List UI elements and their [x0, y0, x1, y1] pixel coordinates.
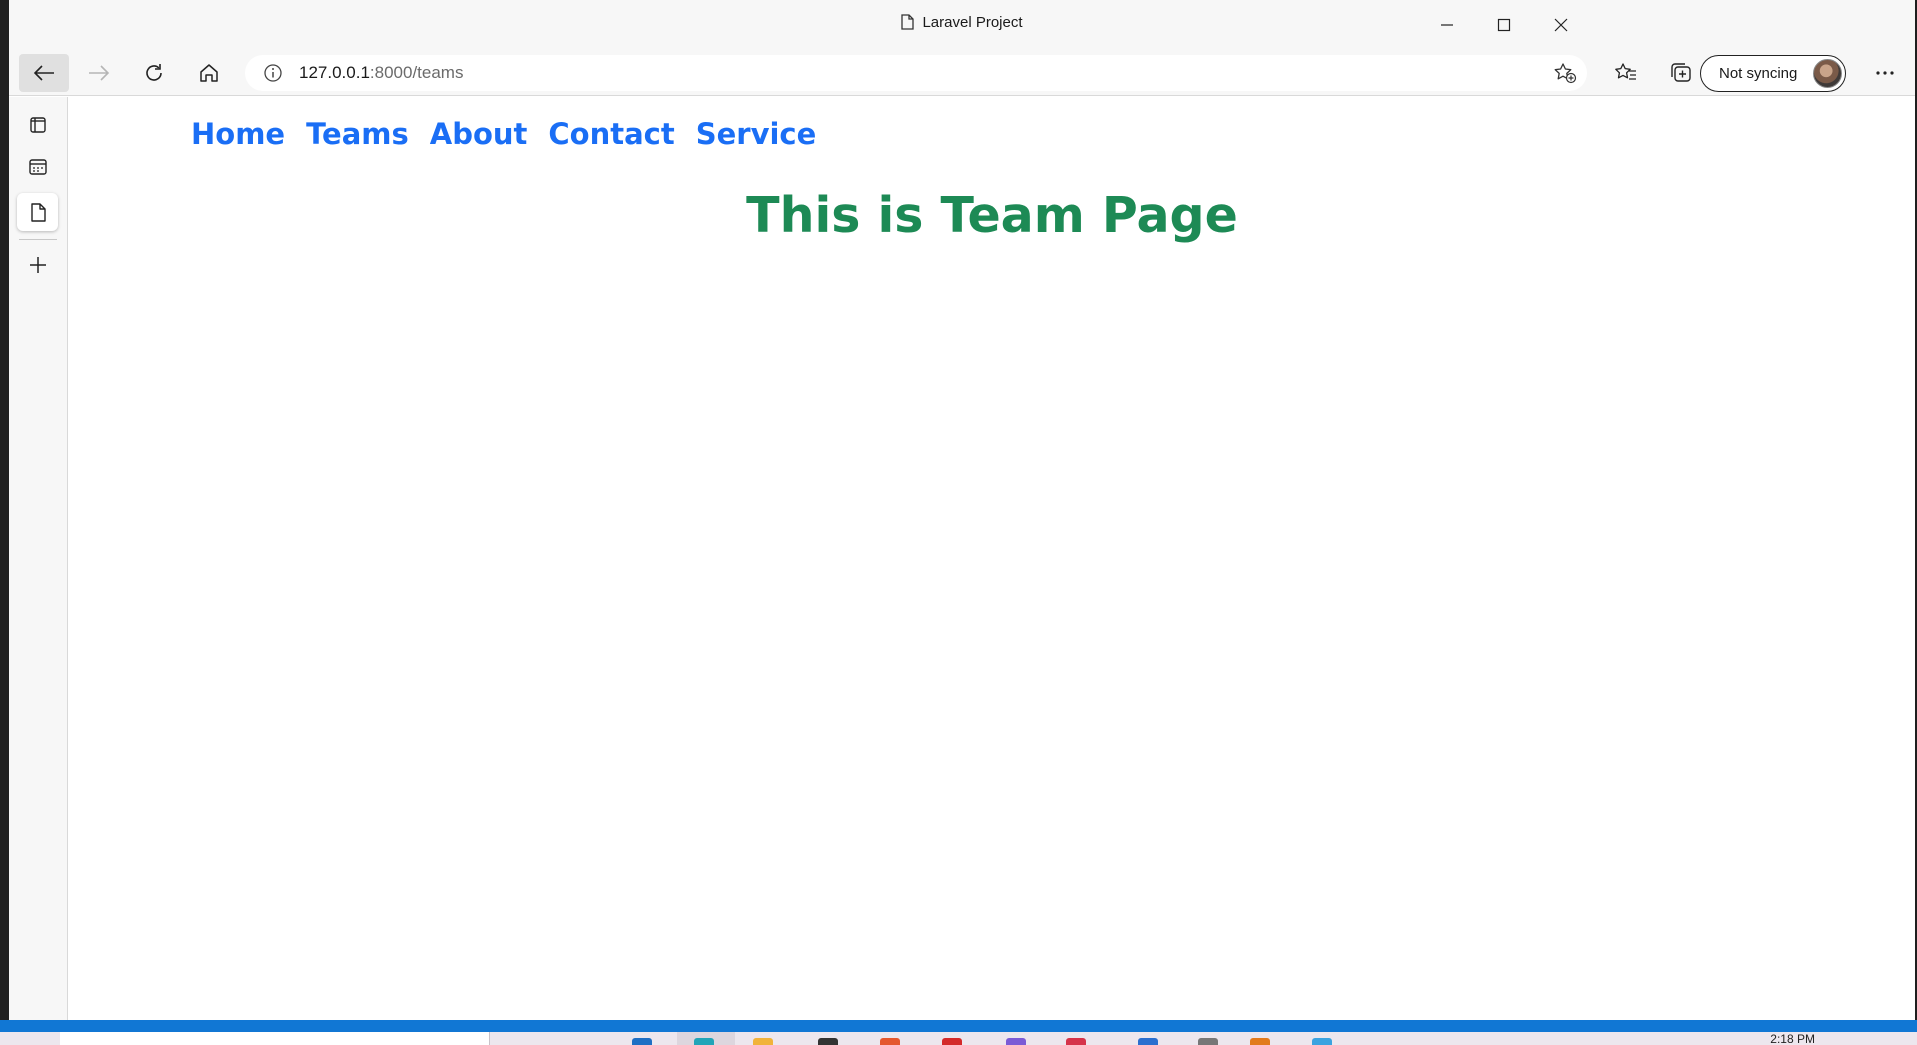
title-bar: Laravel Project	[9, 0, 1915, 50]
vertical-tabs-sidebar	[9, 97, 68, 1020]
taskbar-app-icon[interactable]	[694, 1038, 714, 1045]
taskbar-search-area[interactable]	[60, 1032, 490, 1045]
maximize-icon	[1497, 18, 1510, 32]
arrow-right-icon	[89, 65, 110, 81]
nav-link-home[interactable]: Home	[191, 117, 285, 151]
taskbar-clock[interactable]: 2:18 PM	[1770, 1032, 1815, 1045]
more-icon	[1876, 71, 1894, 75]
taskbar-app-icon[interactable]	[1006, 1038, 1026, 1045]
screen: Laravel Project 127.0.0.1:8000/teams Not…	[0, 0, 1917, 1045]
close-icon	[1554, 18, 1567, 32]
editor-status-bar	[0, 1020, 1917, 1032]
taskbar-app-icon[interactable]	[880, 1038, 900, 1045]
taskbar-app-icon[interactable]	[1138, 1038, 1158, 1045]
taskbar-app-icon[interactable]	[753, 1038, 773, 1045]
sync-label: Not syncing	[1719, 65, 1798, 82]
tab-workspace[interactable]	[17, 148, 58, 186]
url-text[interactable]: 127.0.0.1:8000/teams	[299, 63, 463, 83]
taskbar-app-icon[interactable]	[1198, 1038, 1218, 1045]
web-content: Home Teams About Contact Service This is…	[69, 97, 1915, 1020]
collections-icon	[1671, 63, 1691, 82]
nav-link-contact[interactable]: Contact	[548, 117, 674, 151]
close-window-button[interactable]	[1532, 0, 1589, 50]
taskbar-app-icon[interactable]	[942, 1038, 962, 1045]
maximize-button[interactable]	[1475, 0, 1532, 50]
page-icon	[901, 14, 915, 34]
url-path: :8000/teams	[369, 63, 464, 82]
address-bar[interactable]: 127.0.0.1:8000/teams	[245, 55, 1587, 91]
more-button[interactable]	[1860, 54, 1910, 92]
refresh-icon	[146, 64, 162, 81]
home-icon	[200, 64, 218, 82]
new-tab-button[interactable]	[17, 246, 58, 284]
page-icon	[30, 202, 46, 222]
nav-link-service[interactable]: Service	[696, 117, 817, 151]
tab-actions-button[interactable]	[17, 106, 58, 144]
back-button[interactable]	[19, 54, 69, 92]
workspace-icon	[28, 159, 47, 175]
sidebar-divider	[19, 239, 57, 240]
collections-button[interactable]	[1656, 54, 1706, 92]
url-host: 127.0.0.1	[299, 63, 370, 82]
refresh-button[interactable]	[129, 54, 179, 92]
forward-button[interactable]	[74, 54, 124, 92]
tab-actions-icon	[29, 117, 46, 133]
page-heading: This is Team Page	[746, 187, 1238, 244]
favorites-icon	[1615, 63, 1636, 80]
tab-laravel-project[interactable]	[17, 193, 58, 231]
taskbar-app-icon[interactable]	[1066, 1038, 1086, 1045]
taskbar-app-icon[interactable]	[1312, 1038, 1332, 1045]
nav-link-teams[interactable]: Teams	[306, 117, 409, 151]
avatar	[1813, 59, 1842, 88]
taskbar-app-icon[interactable]	[1250, 1038, 1270, 1045]
desktop-edge-left	[0, 0, 9, 1045]
taskbar-app-icon[interactable]	[818, 1038, 838, 1045]
plus-icon	[29, 257, 46, 273]
info-icon[interactable]	[263, 63, 283, 87]
window-title-text: Laravel Project	[922, 14, 1023, 31]
minimize-icon	[1440, 24, 1453, 26]
nav-link-about[interactable]: About	[430, 117, 528, 151]
arrow-left-icon	[33, 65, 54, 81]
browser-window: Laravel Project 127.0.0.1:8000/teams Not…	[9, 0, 1915, 1020]
star-plus-icon[interactable]	[1553, 62, 1577, 88]
taskbar-app-icon[interactable]	[632, 1038, 652, 1045]
favorites-button[interactable]	[1601, 54, 1651, 92]
profile-sync-button[interactable]: Not syncing	[1700, 55, 1846, 92]
taskbar: 2:18 PM	[0, 1032, 1917, 1045]
browser-toolbar: 127.0.0.1:8000/teams Not syncing	[9, 50, 1915, 96]
site-nav: Home Teams About Contact Service	[191, 117, 837, 151]
minimize-button[interactable]	[1418, 0, 1475, 50]
home-button[interactable]	[184, 54, 234, 92]
window-title: Laravel Project	[9, 14, 1915, 34]
